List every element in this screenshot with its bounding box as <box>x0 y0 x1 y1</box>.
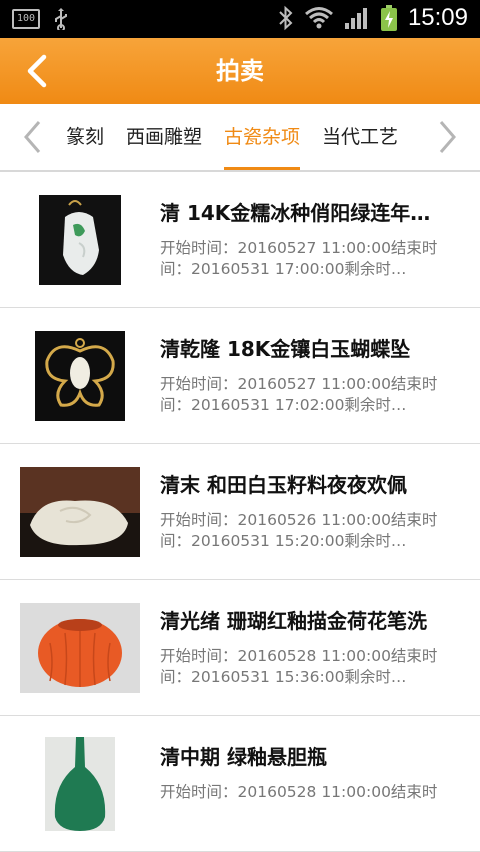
battery-charging-icon <box>380 5 397 31</box>
page-title: 拍卖 <box>216 57 264 85</box>
item-start-time: 开始时间：20160528 11:00:00结束时 <box>160 647 438 665</box>
list-item[interactable]: 清末 和田白玉籽料夜夜欢佩 开始时间：20160526 11:00:00结束时 … <box>0 444 480 580</box>
chevron-left-icon <box>24 121 41 153</box>
list-item[interactable]: 清乾隆 18K金镶白玉蝴蝶坠 开始时间：20160527 11:00:00结束时… <box>0 308 480 444</box>
tab-western-painting-sculpture[interactable]: 西画雕塑 <box>115 104 213 170</box>
auction-list: 清 14K金糯冰种俏阳绿连年… 开始时间：20160527 11:00:00结束… <box>0 172 480 852</box>
item-end-time: 间：20160531 17:02:00剩余时… <box>160 396 407 414</box>
battery-icon: 100 <box>12 9 40 29</box>
chevron-right-icon <box>439 121 456 153</box>
item-time-info: 开始时间：20160528 11:00:00结束时 间：20160531 15:… <box>160 646 462 688</box>
item-end-time: 间：20160531 15:20:00剩余时… <box>160 532 407 550</box>
item-thumbnail <box>20 465 140 559</box>
list-item[interactable]: 清 14K金糯冰种俏阳绿连年… 开始时间：20160527 11:00:00结束… <box>0 172 480 308</box>
tabs-prev-button[interactable] <box>0 104 66 170</box>
list-item[interactable]: 清光绪 珊瑚红釉描金荷花笔洗 开始时间：20160528 11:00:00结束时… <box>0 580 480 716</box>
tab-antique-porcelain[interactable]: 古瓷杂项 <box>213 104 311 170</box>
item-time-info: 开始时间：20160526 11:00:00结束时 间：20160531 15:… <box>160 510 462 552</box>
item-thumbnail <box>20 737 140 831</box>
item-title: 清乾隆 18K金镶白玉蝴蝶坠 <box>160 337 411 361</box>
item-time-info: 开始时间：20160527 11:00:00结束时 间：20160531 17:… <box>160 238 462 280</box>
tab-contemporary-craft[interactable]: 当代工艺 <box>311 104 409 170</box>
signal-icon <box>344 8 367 29</box>
app-header: 拍卖 <box>0 38 480 104</box>
item-start-time: 开始时间：20160527 11:00:00结束时 <box>160 375 438 393</box>
tab-seal-carving[interactable]: 法篆刻 <box>66 104 115 170</box>
list-item[interactable]: 清中期 绿釉悬胆瓶 开始时间：20160528 11:00:00结束时 <box>0 716 480 852</box>
item-title: 清末 和田白玉籽料夜夜欢佩 <box>160 473 407 497</box>
bluetooth-icon <box>279 5 293 31</box>
status-bar: 100 15:09 <box>0 0 480 38</box>
item-title: 清光绪 珊瑚红釉描金荷花笔洗 <box>160 609 427 633</box>
item-thumbnail <box>20 601 140 695</box>
tab-strip: 法篆刻 西画雕塑 古瓷杂项 当代工艺 <box>66 104 414 170</box>
item-end-time: 间：20160531 17:00:00剩余时… <box>160 260 407 278</box>
item-start-time: 开始时间：20160526 11:00:00结束时 <box>160 511 438 529</box>
status-time: 15:09 <box>407 4 468 31</box>
item-title: 清 14K金糯冰种俏阳绿连年… <box>160 201 431 225</box>
category-tabs: 法篆刻 西画雕塑 古瓷杂项 当代工艺 <box>0 104 480 172</box>
item-thumbnail <box>20 193 140 287</box>
item-end-time: 间：20160531 15:36:00剩余时… <box>160 668 407 686</box>
item-time-info: 开始时间：20160527 11:00:00结束时 间：20160531 17:… <box>160 374 462 416</box>
usb-icon <box>55 8 67 30</box>
item-thumbnail <box>20 329 140 423</box>
wifi-icon <box>304 7 333 29</box>
item-start-time: 开始时间：20160527 11:00:00结束时 <box>160 239 438 257</box>
item-title: 清中期 绿釉悬胆瓶 <box>160 745 327 769</box>
item-time-info: 开始时间：20160528 11:00:00结束时 <box>160 782 462 824</box>
tabs-next-button[interactable] <box>414 104 480 170</box>
